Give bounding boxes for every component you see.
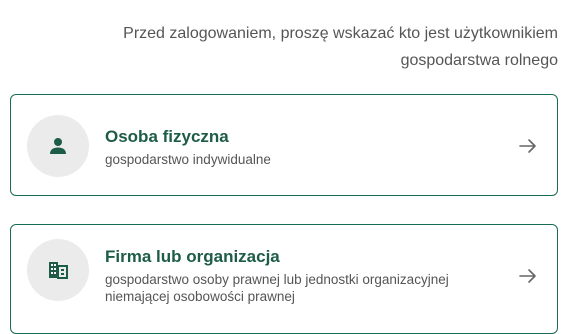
arrow-right-icon[interactable] [517,135,539,157]
option-card-natural-person[interactable]: Osoba fizyczna gospodarstwo indywidualne [10,94,558,196]
option-title: Osoba fizyczna [105,127,229,146]
option-title: Firma lub organizacja [105,247,280,266]
intro-text: Przed zalogowaniem, proszę wskazać kto j… [18,20,558,74]
avatar [27,115,89,177]
intro-line-2: gospodarstwa rolnego [400,52,558,69]
option-subtitle: gospodarstwo osoby prawnej lub jednostki… [105,272,449,304]
intro-line-1: Przed zalogowaniem, proszę wskazać kto j… [123,25,558,42]
building-icon [49,262,68,279]
person-icon [50,138,66,154]
arrow-right-icon[interactable] [517,265,539,287]
avatar [27,239,89,301]
option-card-company[interactable]: Firma lub organizacja gospodarstwo osoby… [10,224,558,334]
option-subtitle: gospodarstwo indywidualne [105,152,271,167]
